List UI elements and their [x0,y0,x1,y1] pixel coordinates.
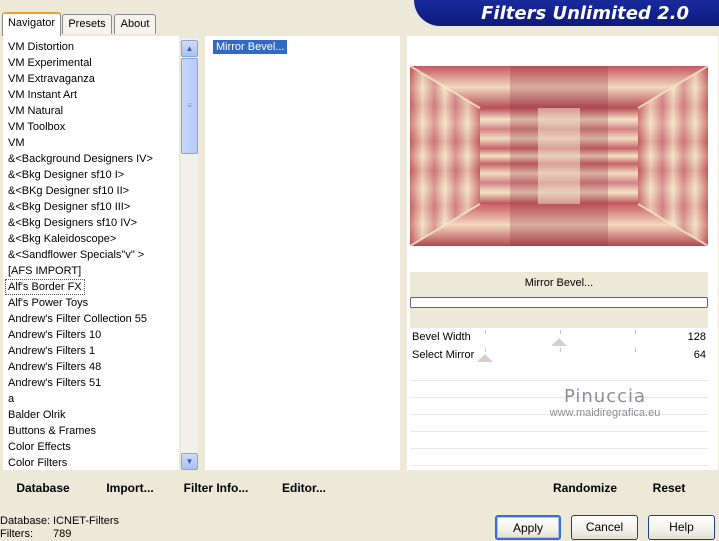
empty-slider-row [410,364,708,381]
scroll-thumb[interactable]: ≡ [181,58,198,154]
database-info-label: Database: [0,515,51,527]
preview-image [410,66,708,246]
category-item[interactable]: [AFS IMPORT] [3,263,179,279]
filter-list[interactable]: Mirror Bevel... [205,36,400,470]
slider-value: 128 [687,331,706,343]
filter-item-mirror-bevel[interactable]: Mirror Bevel... [213,40,288,54]
help-button[interactable]: Help [648,515,715,540]
filters-info-value: 789 [53,528,72,540]
slider-label: Select Mirror [412,349,475,361]
import-button[interactable]: Import... [104,478,156,498]
category-item[interactable]: Andrew's Filters 51 [3,375,179,391]
filter-info-button[interactable]: Filter Info... [183,478,249,498]
slider-thumb-icon[interactable] [476,354,493,362]
category-item[interactable]: &<Bkg Designer sf10 I> [3,167,179,183]
slider-tick [485,348,486,352]
tab-about[interactable]: About [114,14,156,34]
slider-tick [485,330,486,334]
apply-button[interactable]: Apply [495,515,561,540]
tab-navigator[interactable]: Navigator [2,12,61,36]
slider-tick [560,348,561,352]
editor-button[interactable]: Editor... [280,478,328,498]
tab-presets[interactable]: Presets [62,14,112,34]
randomize-button[interactable]: Randomize [550,478,620,498]
category-item[interactable]: VM Extravaganza [3,71,179,87]
category-item[interactable]: Alf's Border FX [5,279,85,295]
category-item[interactable]: VM Natural [3,103,179,119]
slider-tick [560,330,561,334]
slider-thumb-icon[interactable] [551,338,567,346]
category-item[interactable]: &<BKg Designer sf10 II> [3,183,179,199]
category-scrollbar[interactable]: ▲ ≡ ▼ [181,38,198,470]
category-item[interactable]: Alf's Power Toys [3,295,179,311]
category-item[interactable]: &<Bkg Kaleidoscope> [3,231,179,247]
category-item[interactable]: VM Toolbox [3,119,179,135]
category-item[interactable]: Color Filters [3,455,179,470]
slider-tick [635,330,636,334]
category-item[interactable]: Balder Olrik [3,407,179,423]
category-list[interactable]: VM Distortion VM Experimental VM Extravaga… [3,36,179,470]
scroll-up-icon[interactable]: ▲ [181,40,198,57]
category-item[interactable]: Andrew's Filters 10 [3,327,179,343]
scroll-down-icon[interactable]: ▼ [181,453,198,470]
reset-button[interactable]: Reset [648,478,690,498]
category-item[interactable]: Andrew's Filters 1 [3,343,179,359]
slider-value: 64 [693,349,706,361]
slider-select-mirror[interactable]: Select Mirror 64 [410,346,708,364]
progress-bar [410,297,708,308]
empty-slider-row [410,449,708,466]
category-item[interactable]: VM Instant Art [3,87,179,103]
database-info-value: ICNET-Filters [53,515,119,527]
category-item[interactable]: &<Background Designers IV> [3,151,179,167]
slider-bevel-width[interactable]: Bevel Width 128 [410,328,708,346]
category-item[interactable]: VM Distortion [3,39,179,55]
slider-tick [635,348,636,352]
category-item[interactable]: a [3,391,179,407]
database-button[interactable]: Database [14,478,72,498]
category-item[interactable]: &<Bkg Designers sf10 IV> [3,215,179,231]
category-item[interactable]: VM Experimental [3,55,179,71]
watermark-name: Pinuccia [563,386,647,407]
slider-label: Bevel Width [412,331,471,343]
category-item[interactable]: &<Sandflower Specials"v" > [3,247,179,263]
category-item[interactable]: Buttons & Frames [3,423,179,439]
empty-slider-row [410,432,708,449]
cancel-button[interactable]: Cancel [571,515,638,540]
app-banner-title: Filters Unlimited 2.0 [414,0,719,26]
category-item[interactable]: VM [3,135,179,151]
watermark-url: www.maidiregrafica.eu [549,407,661,419]
filters-info-label: Filters: [0,528,33,540]
category-item[interactable]: Andrew's Filters 48 [3,359,179,375]
category-item[interactable]: &<Bkg Designer sf10 III> [3,199,179,215]
category-item[interactable]: Color Effects [3,439,179,455]
preview-filter-title: Mirror Bevel... [524,277,594,289]
category-item[interactable]: Andrew's Filter Collection 55 [3,311,179,327]
